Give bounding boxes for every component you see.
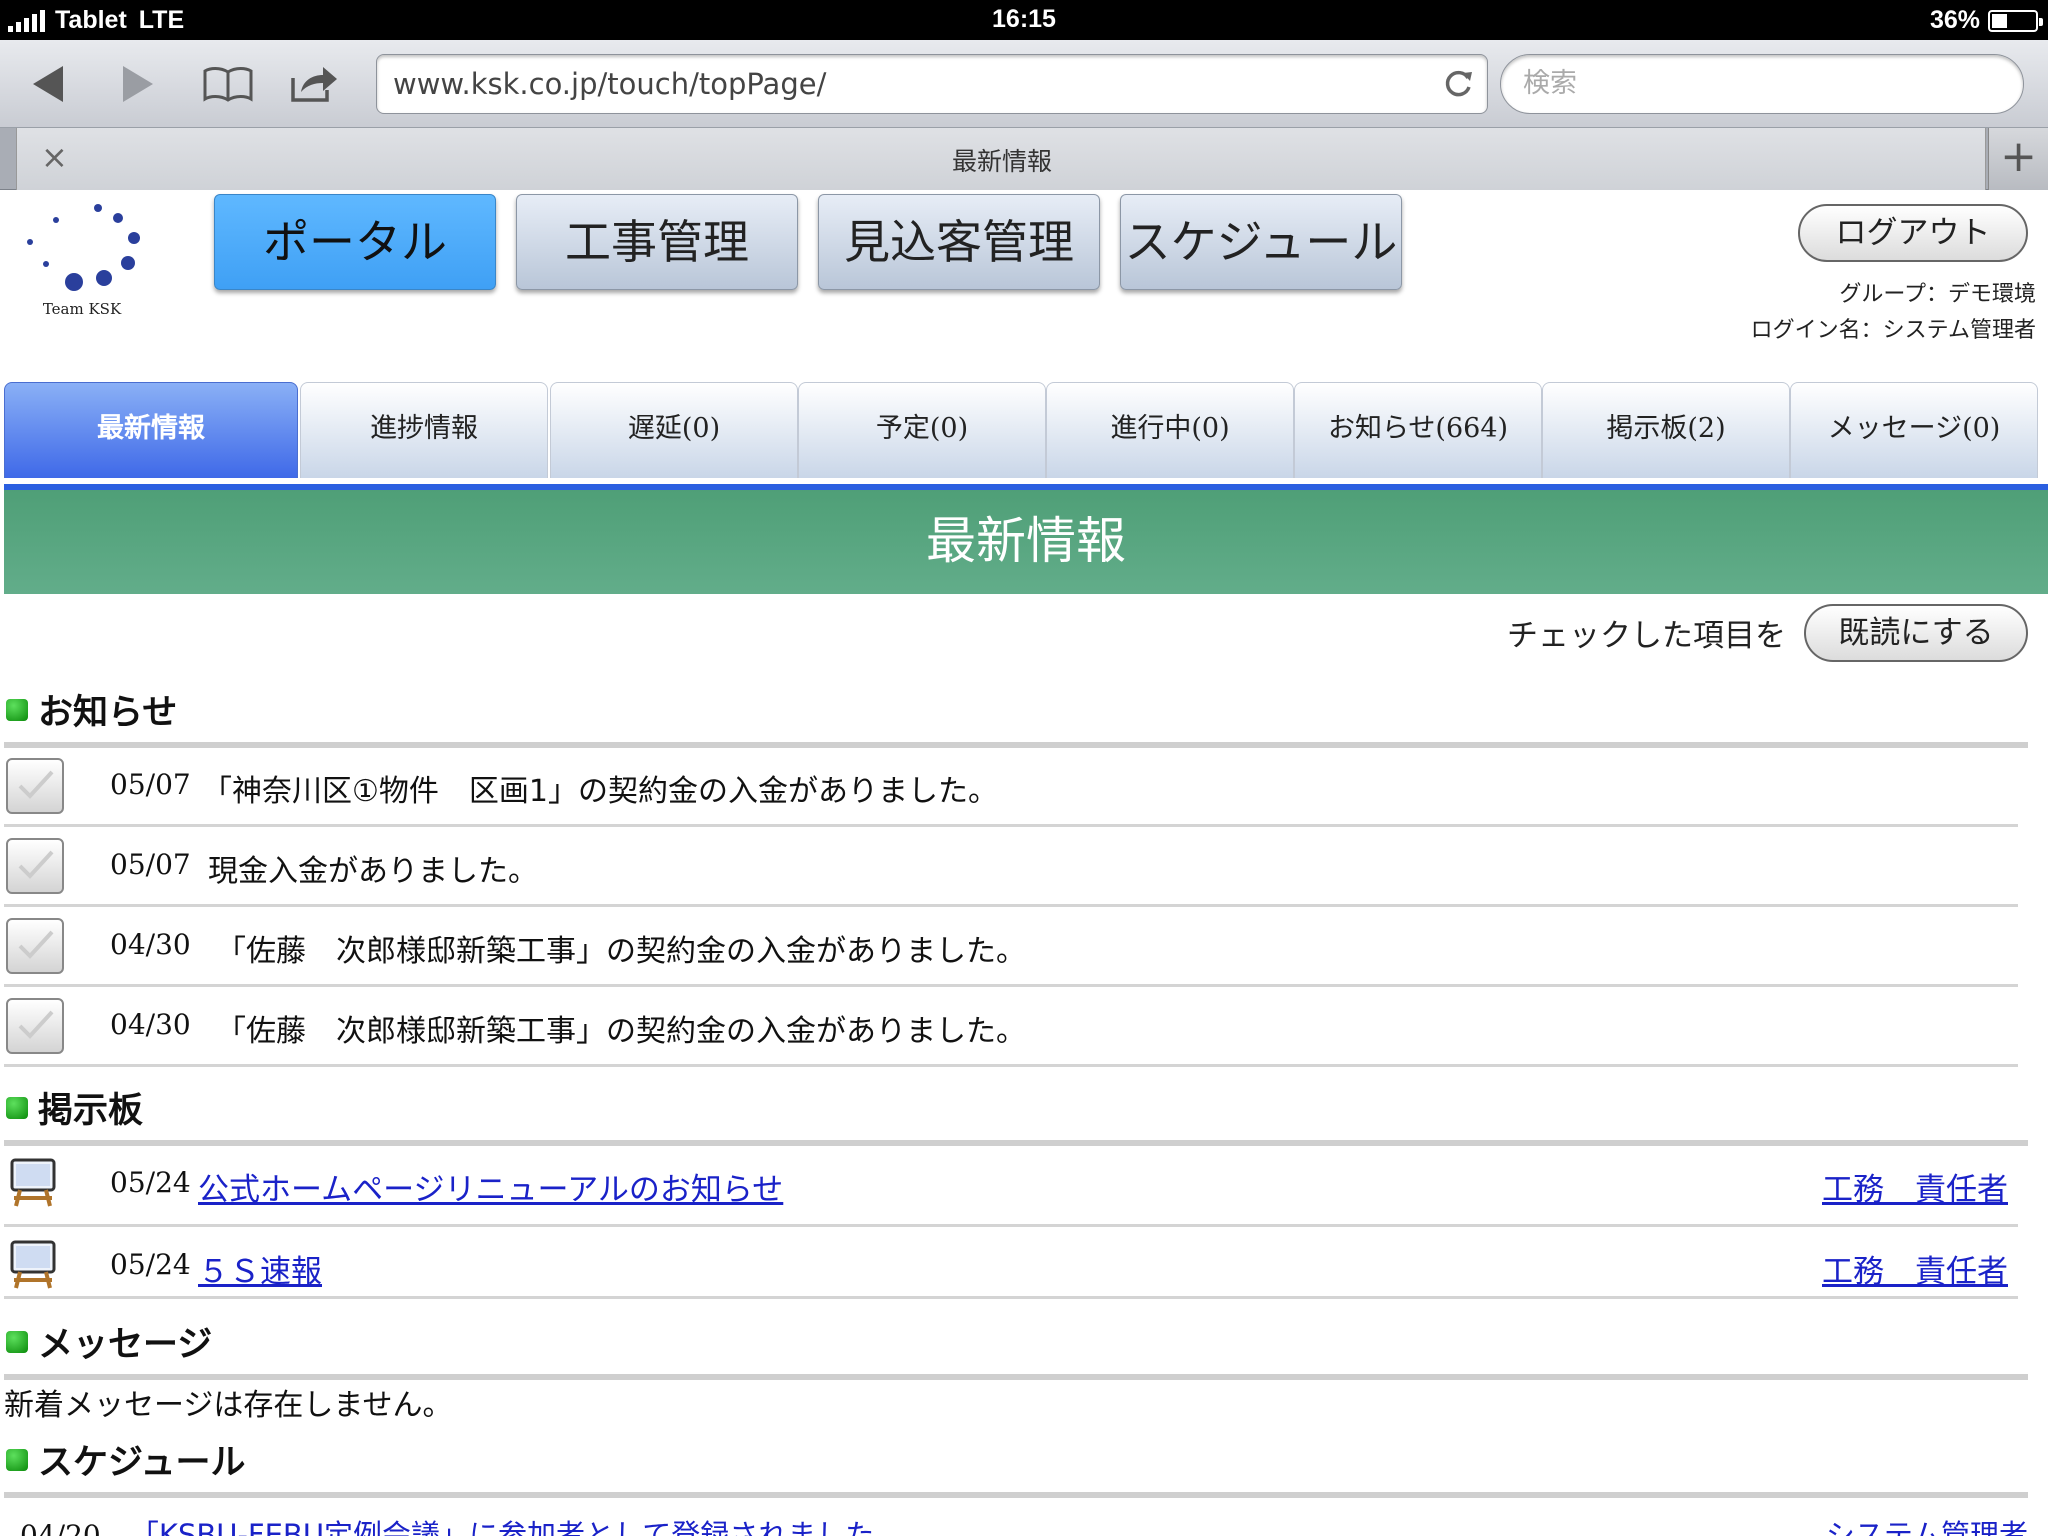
bookmarks-button[interactable] — [200, 58, 256, 110]
nav-construction[interactable]: 工事管理 — [516, 194, 798, 290]
back-arrow-icon — [33, 66, 63, 102]
no-messages-text: 新着メッセージは存在しません。 — [4, 1388, 453, 1423]
share-icon — [291, 67, 337, 102]
bulletin-board-icon — [10, 1240, 56, 1289]
item-date: 05/24 — [110, 1248, 191, 1281]
team-ksk-logo — [27, 204, 140, 291]
item-text: 「佐藤 次郎様邸新築工事」の契約金の入金がありました。 — [216, 1014, 1026, 1049]
checkbox[interactable] — [6, 918, 64, 974]
tab-progress[interactable]: 進捗情報 — [300, 382, 548, 478]
checkbox[interactable] — [6, 758, 64, 814]
mark-read-label: チェックした項目を — [1507, 618, 1786, 654]
board-post-link[interactable]: ５Ｓ速報 — [198, 1246, 322, 1291]
schedule-heading: スケジュール — [6, 1434, 246, 1485]
tab-messages[interactable]: メッセージ(0) — [1790, 382, 2038, 478]
item-date: 05/07 — [110, 848, 191, 881]
item-date: 04/30 — [110, 928, 191, 961]
web-page: Team KSK ポータル 工事管理 見込客管理 スケジュール ログアウト グル… — [0, 190, 2048, 1536]
item-text: 現金入金がありました。 — [208, 854, 538, 889]
green-bullet-icon — [6, 1096, 28, 1119]
forward-arrow-icon — [123, 66, 153, 102]
nav-portal[interactable]: ポータル — [214, 194, 496, 290]
item-text: 「神奈川区①物件 区画1」の契約金の入金がありました。 — [202, 774, 998, 809]
page-title: 最新情報 — [4, 490, 2048, 594]
author-link[interactable]: 工務 責任者 — [1822, 1246, 2008, 1291]
author-link[interactable]: システム管理者 — [1826, 1512, 2028, 1536]
item-text: 「佐藤 次郎様邸新築工事」の契約金の入金がありました。 — [216, 934, 1026, 969]
checkbox[interactable] — [6, 998, 64, 1054]
nav-prospects[interactable]: 見込客管理 — [818, 194, 1100, 290]
list-item: 04/30 「佐藤 次郎様邸新築工事」の契約金の入金がありました。 — [4, 908, 2028, 986]
mark-read-button[interactable]: 既読にする — [1804, 604, 2028, 662]
green-bullet-icon — [6, 698, 28, 721]
browser-tab-strip: × 最新情報 + — [0, 128, 2048, 190]
divider — [4, 984, 2018, 987]
item-date: 05/24 — [110, 1166, 191, 1199]
check-icon — [18, 850, 54, 879]
search-placeholder: 検索 — [1523, 68, 1577, 99]
schedule-link[interactable]: 「KSBU-FEBU定例会議」に参加者として登録されました。 — [130, 1518, 903, 1536]
green-bullet-icon — [6, 1330, 28, 1353]
board-post-link[interactable]: 公式ホームページリニューアルのお知らせ — [198, 1164, 783, 1209]
tab-delay[interactable]: 遅延(0) — [550, 382, 798, 478]
messages-title: メッセージ — [38, 1325, 213, 1365]
logo-text: Team KSK — [42, 300, 122, 318]
divider — [4, 1064, 2018, 1067]
divider — [4, 1492, 2028, 1498]
divider — [4, 904, 2018, 907]
book-icon — [203, 67, 253, 102]
share-button[interactable] — [286, 58, 342, 110]
list-item: 04/20 「KSBU-FEBU定例会議」に参加者として登録されました。 システ… — [20, 1512, 2028, 1536]
list-item: 05/07 現金入金がありました。 — [4, 828, 2028, 906]
green-bullet-icon — [6, 1448, 28, 1471]
status-bar: Tablet LTE 16:15 36% — [0, 0, 2048, 40]
board-heading: 掲示板 — [6, 1082, 143, 1133]
group-label: グループ：デモ環境 — [1839, 282, 2036, 307]
login-name-label: ログイン名：システム管理者 — [1750, 318, 2036, 343]
divider — [4, 1296, 2018, 1299]
tab-title: 最新情報 — [951, 147, 1052, 176]
clock: 16:15 — [992, 5, 1056, 33]
check-icon — [18, 1010, 54, 1039]
tab-latest[interactable]: 最新情報 — [4, 382, 298, 478]
check-icon — [18, 770, 54, 799]
item-date: 05/07 — [110, 768, 191, 801]
tab-board[interactable]: 掲示板(2) — [1542, 382, 1790, 478]
tab-planned[interactable]: 予定(0) — [798, 382, 1046, 478]
divider — [4, 824, 2018, 827]
board-title: 掲示板 — [38, 1091, 144, 1131]
tab-in-progress[interactable]: 進行中(0) — [1046, 382, 1294, 478]
forward-button[interactable] — [110, 58, 166, 110]
sub-tabs: 最新情報 進捗情報 遅延(0) 予定(0) 進行中(0) お知らせ(664) 掲… — [4, 382, 2048, 478]
notices-heading: お知らせ — [6, 684, 177, 735]
list-item: 05/24 公式ホームページリニューアルのお知らせ 工務 責任者 — [4, 1146, 2028, 1224]
reload-icon[interactable] — [1441, 67, 1475, 101]
list-item: 05/24 ５Ｓ速報 工務 責任者 — [4, 1228, 2028, 1306]
back-button[interactable] — [20, 58, 76, 110]
search-input[interactable]: 検索 — [1500, 54, 2024, 114]
url-bar[interactable]: www.ksk.co.jp/touch/topPage/ — [376, 54, 1488, 114]
author-link[interactable]: 工務 責任者 — [1822, 1164, 2008, 1209]
divider — [4, 1224, 2018, 1227]
new-tab-button[interactable]: + — [1988, 128, 2048, 190]
list-item: 04/30 「佐藤 次郎様邸新築工事」の契約金の入金がありました。 — [4, 988, 2028, 1066]
browser-toolbar: www.ksk.co.jp/touch/topPage/ 検索 — [0, 40, 2048, 128]
bulletin-board-icon — [10, 1158, 56, 1207]
list-item: 05/07 「神奈川区①物件 区画1」の契約金の入金がありました。 — [4, 748, 2028, 826]
schedule-title: スケジュール — [38, 1443, 246, 1483]
logout-button[interactable]: ログアウト — [1798, 204, 2028, 262]
messages-heading: メッセージ — [6, 1316, 212, 1367]
battery-level — [1992, 13, 2007, 28]
battery-icon — [1988, 9, 2043, 32]
battery-percent: 36% — [1929, 6, 1980, 34]
tab-notices[interactable]: お知らせ(664) — [1294, 382, 1542, 478]
check-icon — [18, 930, 54, 959]
nav-schedule[interactable]: スケジュール — [1120, 194, 1402, 290]
notices-title: お知らせ — [38, 693, 178, 733]
browser-tab[interactable]: × 最新情報 — [16, 128, 1986, 190]
checkbox[interactable] — [6, 838, 64, 894]
url-text: www.ksk.co.jp/touch/topPage/ — [393, 67, 827, 101]
item-date: 04/20 — [20, 1519, 101, 1536]
item-date: 04/30 — [110, 1008, 191, 1041]
